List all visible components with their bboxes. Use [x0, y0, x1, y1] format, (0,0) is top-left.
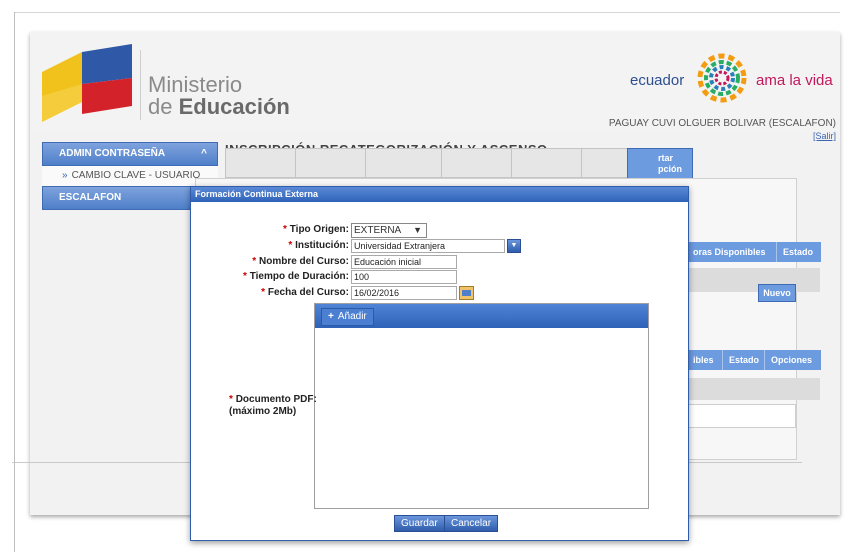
site-header: Ministerio de Educación ecuador ama la v…	[30, 32, 840, 132]
sidebar-item-label: CAMBIO CLAVE - USUARIO	[71, 170, 201, 181]
institucion-label: * Institución:	[288, 240, 349, 251]
ministry-name: Ministerio de Educación	[148, 74, 290, 118]
sidebar-section-label: ADMIN CONTRASEÑA	[59, 148, 166, 159]
new-button[interactable]: Nuevo	[758, 284, 796, 302]
institucion-picker-button[interactable]: ▼	[507, 239, 521, 253]
table-empty-row	[687, 268, 820, 292]
external-training-dialog: Formación Continua Externa * Tipo Origen…	[190, 186, 689, 541]
save-button[interactable]: Guardar	[394, 515, 445, 532]
document-pdf-label: * Documento PDF: (máximo 2Mb)	[229, 394, 317, 417]
dialog-title[interactable]: Formación Continua Externa	[191, 187, 688, 202]
background-tab-strip: rtar pción	[195, 148, 795, 180]
tipo-origen-label: * Tipo Origen:	[283, 224, 349, 235]
ministry-name-line1: Ministerio	[148, 72, 243, 97]
logout-link[interactable]: [Salir]	[813, 131, 836, 141]
brand-text-ecuador: ecuador	[630, 72, 685, 89]
flag-logo-icon	[42, 44, 134, 127]
background-tab[interactable]	[581, 148, 629, 178]
ecuador-brand-logo: ecuador ama la vida	[630, 46, 840, 103]
sidebar-item-change-password[interactable]: » CAMBIO CLAVE - USUARIO	[42, 166, 218, 186]
sidebar-section-admin-password[interactable]: ADMIN CONTRASEÑA ^	[42, 142, 218, 166]
tipo-origen-select[interactable]: EXTERNA ▼	[351, 223, 427, 238]
table-empty-row	[687, 378, 820, 400]
table-header-hours-2: ibles	[686, 350, 727, 370]
upload-toolbar: + Añadir	[315, 304, 648, 328]
calendar-icon[interactable]	[459, 286, 474, 300]
bullet-icon: »	[62, 170, 68, 181]
tipo-origen-value: EXTERNA	[354, 225, 402, 236]
background-tab[interactable]	[511, 148, 583, 178]
tab-label-fragment: rtar pción	[658, 153, 682, 174]
table-header-status: Estado	[776, 242, 821, 262]
background-tab[interactable]	[225, 148, 297, 178]
table-header-hours: oras Disponibles	[686, 242, 777, 262]
page-border-left	[14, 12, 15, 552]
ecuador-swirl-icon	[692, 52, 752, 107]
brand-text-ama-la-vida: ama la vida	[756, 72, 833, 89]
fecha-curso-field[interactable]: 16/02/2016	[351, 286, 457, 300]
background-tab[interactable]	[441, 148, 513, 178]
tiempo-duracion-label: * Tiempo de Duración:	[243, 271, 349, 282]
page-border-top	[14, 12, 840, 13]
nombre-curso-label: * Nombre del Curso:	[252, 256, 349, 267]
background-tab[interactable]	[295, 148, 367, 178]
logged-user-name: PAGUAY CUVI OLGUER BOLIVAR (ESCALAFON)	[608, 118, 836, 129]
add-file-button[interactable]: + Añadir	[321, 308, 374, 326]
tiempo-duracion-field[interactable]: 100	[351, 270, 457, 284]
dropdown-arrow-icon: ▼	[413, 225, 422, 235]
fecha-curso-label: * Fecha del Curso:	[261, 287, 349, 298]
logo-divider	[140, 50, 141, 120]
cancel-button[interactable]: Cancelar	[444, 515, 499, 532]
sidebar-section-label: ESCALAFON	[59, 192, 122, 203]
background-tab-active[interactable]: rtar pción	[627, 148, 693, 180]
add-file-label: Añadir	[337, 311, 367, 322]
table-header-status-2: Estado	[722, 350, 767, 370]
pdf-upload-area[interactable]: + Añadir	[314, 303, 649, 509]
browser-page: Ministerio de Educación ecuador ama la v…	[0, 0, 844, 559]
plus-icon: +	[328, 311, 334, 322]
nombre-curso-field[interactable]: Educación inicial	[351, 255, 457, 269]
ministry-name-line2: de Educación	[148, 94, 290, 119]
institucion-field[interactable]: Universidad Extranjera	[351, 239, 505, 253]
background-tab[interactable]	[365, 148, 443, 178]
table-header-options: Opciones	[764, 350, 821, 370]
